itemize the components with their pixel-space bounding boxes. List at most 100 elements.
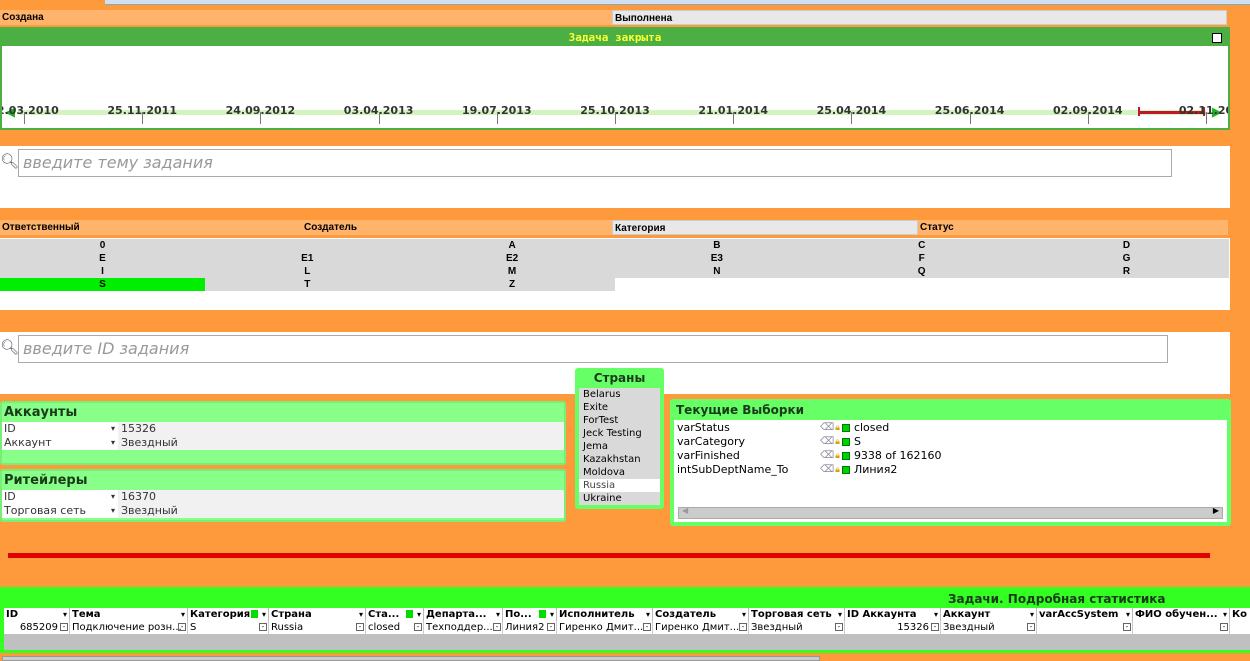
- slider-handle-left[interactable]: [1138, 107, 1140, 116]
- dropdown-icon[interactable]: ▾: [1030, 608, 1034, 621]
- filter-value[interactable]: M: [409, 265, 615, 278]
- minimize-icon[interactable]: -: [931, 623, 939, 631]
- dropdown-icon[interactable]: ▾: [838, 608, 842, 621]
- filter-value[interactable]: T: [204, 278, 410, 291]
- field-value[interactable]: 16370: [118, 490, 564, 504]
- retailers-row-id[interactable]: ID16370: [2, 490, 564, 504]
- filter-value[interactable]: N: [614, 265, 820, 278]
- minimize-icon[interactable]: -: [835, 623, 843, 631]
- dropdown-icon[interactable]: ▾: [1126, 608, 1130, 621]
- id-search-input[interactable]: введите ID задания: [18, 335, 1168, 363]
- field-label[interactable]: Аккаунт: [2, 436, 118, 450]
- field-value[interactable]: 15326: [118, 422, 564, 436]
- minimize-icon[interactable]: -: [60, 623, 68, 631]
- filter-value[interactable]: Q: [819, 265, 1025, 278]
- table-cell[interactable]: S-: [188, 621, 269, 634]
- column-header[interactable]: Категория ▾: [188, 608, 269, 621]
- dropdown-icon[interactable]: ▾: [646, 608, 650, 621]
- table-cell[interactable]: Линия2-: [503, 621, 557, 634]
- topic-search-input[interactable]: введите тему задания: [18, 149, 1172, 177]
- filter-header-status[interactable]: Статус: [918, 220, 1228, 235]
- horizontal-scrollbar[interactable]: ◀ ▶: [678, 506, 1223, 519]
- selection-row[interactable]: varStatus ⌫ 🔒︎ closed: [677, 421, 1224, 435]
- column-header[interactable]: Исполнитель ▾: [557, 608, 653, 621]
- minimize-icon[interactable]: -: [1220, 623, 1228, 631]
- table-cell[interactable]: Гиренко Дмит... -: [653, 621, 749, 634]
- lock-icon[interactable]: 🔒︎: [835, 463, 840, 477]
- finished-header[interactable]: Выполнена: [612, 10, 1227, 25]
- selection-row[interactable]: intSubDeptName_To ⌫ 🔒︎ Линия2: [677, 463, 1224, 477]
- filter-value[interactable]: E3: [614, 252, 820, 265]
- filter-value[interactable]: I: [0, 265, 205, 278]
- column-header[interactable]: Тема ▾: [70, 608, 188, 621]
- filter-value[interactable]: F: [819, 252, 1025, 265]
- column-header[interactable]: ФИО обучен... ▾: [1133, 608, 1230, 621]
- column-header[interactable]: Ко: [1230, 608, 1250, 621]
- filter-value[interactable]: E2: [409, 252, 615, 265]
- country-item[interactable]: Jeck Testing: [579, 427, 660, 440]
- country-item[interactable]: Russia: [579, 479, 660, 492]
- lock-icon[interactable]: 🔒︎: [835, 421, 840, 435]
- filter-value[interactable]: Z: [409, 278, 615, 291]
- column-header[interactable]: Страна ▾: [269, 608, 366, 621]
- column-header[interactable]: Ста... ▾: [366, 608, 424, 621]
- table-cell[interactable]: -: [1037, 621, 1133, 634]
- field-label[interactable]: ID: [2, 422, 118, 436]
- country-item[interactable]: Moldova: [579, 466, 660, 479]
- table-cell[interactable]: Звездный -: [749, 621, 845, 634]
- table-cell[interactable]: closed -: [366, 621, 424, 634]
- filter-value[interactable]: 0: [0, 239, 205, 252]
- minimize-icon[interactable]: -: [414, 623, 422, 631]
- table-cell[interactable]: Russia -: [269, 621, 366, 634]
- table-cell[interactable]: [1230, 621, 1250, 634]
- filter-header-owner[interactable]: Ответственный: [0, 220, 302, 235]
- dropdown-icon[interactable]: ▾: [496, 608, 500, 621]
- table-cell[interactable]: Техподдер... -: [424, 621, 503, 634]
- filter-value[interactable]: D: [1024, 239, 1229, 252]
- filter-value[interactable]: L: [204, 265, 410, 278]
- minimize-icon[interactable]: -: [1123, 623, 1131, 631]
- filter-value[interactable]: R: [1024, 265, 1229, 278]
- dropdown-icon[interactable]: ▾: [359, 608, 363, 621]
- dropdown-icon[interactable]: ▾: [262, 608, 266, 621]
- minimize-icon[interactable]: -: [178, 623, 186, 631]
- column-header[interactable]: Создатель ▾: [653, 608, 749, 621]
- eraser-icon[interactable]: ⌫: [820, 463, 834, 477]
- filter-value[interactable]: A: [409, 239, 615, 252]
- field-value[interactable]: Звездный: [118, 504, 564, 518]
- minimize-icon[interactable]: -: [739, 623, 747, 631]
- country-item[interactable]: Belarus: [579, 388, 660, 401]
- column-header[interactable]: ID ▾: [4, 608, 70, 621]
- filter-value[interactable]: E: [0, 252, 205, 265]
- table-cell[interactable]: Гиренко Дмит... -: [557, 621, 653, 634]
- table-cell[interactable]: 685209-: [4, 621, 70, 634]
- filter-value[interactable]: C: [819, 239, 1025, 252]
- selection-row[interactable]: varCategory ⌫ 🔒︎ S: [677, 435, 1224, 449]
- lock-icon[interactable]: 🔒︎: [835, 435, 840, 449]
- eraser-icon[interactable]: ⌫: [820, 449, 834, 463]
- column-header[interactable]: По... ▾: [503, 608, 557, 621]
- country-item[interactable]: ForTest: [579, 414, 660, 427]
- filter-value[interactable]: B: [614, 239, 820, 252]
- field-label[interactable]: Торговая сеть: [2, 504, 118, 518]
- filter-value[interactable]: S: [0, 278, 205, 291]
- minimize-icon[interactable]: -: [1027, 623, 1035, 631]
- field-value[interactable]: Звездный: [118, 436, 564, 450]
- country-item[interactable]: Ukraine: [579, 492, 660, 505]
- maximize-icon[interactable]: [1212, 33, 1222, 43]
- accounts-row-id[interactable]: ID15326: [2, 422, 564, 436]
- column-header[interactable]: Торговая сеть ▾: [749, 608, 845, 621]
- eraser-icon[interactable]: ⌫: [820, 421, 834, 435]
- filter-value[interactable]: G: [1024, 252, 1229, 265]
- column-header[interactable]: varAccSystem ▾: [1037, 608, 1133, 621]
- retailers-row-chain[interactable]: Торговая сетьЗвездный: [2, 504, 564, 518]
- table-cell[interactable]: -: [1133, 621, 1230, 634]
- minimize-icon[interactable]: -: [547, 623, 555, 631]
- minimize-icon[interactable]: -: [356, 623, 364, 631]
- column-header[interactable]: ID Аккаунта ▾: [845, 608, 941, 621]
- dropdown-icon[interactable]: ▾: [63, 608, 67, 621]
- lock-icon[interactable]: 🔒︎: [835, 449, 840, 463]
- dropdown-icon[interactable]: ▾: [417, 608, 421, 621]
- created-header[interactable]: Создана: [0, 10, 612, 25]
- eraser-icon[interactable]: ⌫: [820, 435, 834, 449]
